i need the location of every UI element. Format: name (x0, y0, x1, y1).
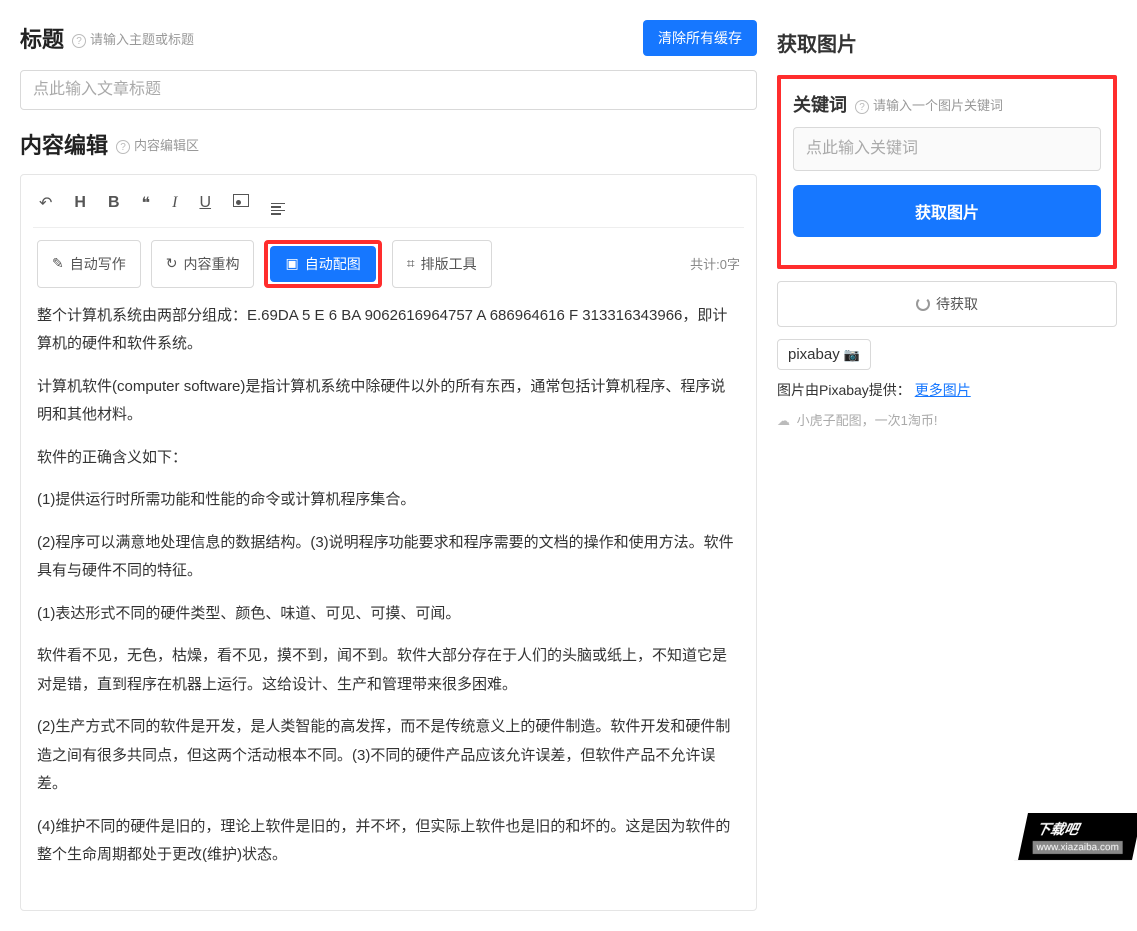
keyword-label: 关键词 (793, 91, 847, 117)
image-icon[interactable] (233, 194, 249, 212)
editor-content[interactable]: 整个计算机系统由两部分组成：E.69DA 5 E 6 BA 9062616964… (33, 288, 744, 898)
footer-hint: ☁ 小虎子配图，一次1淘币! (777, 410, 1117, 429)
paragraph: (1)提供运行时所需功能和性能的命令或计算机程序集合。 (37, 486, 740, 515)
editor-label: 内容编辑 (20, 128, 108, 160)
paragraph: 整个计算机系统由两部分组成：E.69DA 5 E 6 BA 9062616964… (37, 302, 740, 359)
auto-image-highlight: ▣自动配图 (264, 240, 381, 288)
editor-label-wrap: 内容编辑 ?内容编辑区 (20, 128, 199, 160)
title-label-wrap: 标题 ?请输入主题或标题 (20, 22, 194, 54)
fetch-image-button[interactable]: 获取图片 (793, 185, 1101, 237)
keyword-header: 关键词 ?请输入一个图片关键词 (793, 91, 1101, 117)
pending-status: 待获取 (777, 281, 1117, 327)
action-toolbar: ✎自动写作 ↻内容重构 ▣自动配图 ⌗排版工具 共计:0字 (33, 228, 744, 288)
help-icon: ? (855, 100, 869, 114)
title-header: 标题 ?请输入主题或标题 清除所有缓存 (20, 20, 757, 56)
pixabay-badge[interactable]: pixabay 📷 (777, 339, 871, 370)
editor-hint: ?内容编辑区 (116, 135, 199, 154)
paragraph: 计算机软件(computer software)是指计算机系统中除硬件以外的所有… (37, 373, 740, 430)
auto-image-button[interactable]: ▣自动配图 (270, 246, 375, 282)
content-rebuild-button[interactable]: ↻内容重构 (151, 240, 255, 288)
align-icon[interactable] (271, 191, 285, 215)
paragraph: (2)程序可以满意地处理信息的数据结构。(3)说明程序功能要求和程序需要的文档的… (37, 529, 740, 586)
heading-icon[interactable]: H (74, 194, 86, 212)
undo-icon[interactable]: ↶ (39, 193, 52, 213)
editor-box: ↶ H B ❝ I U ✎自动写作 ↻内容重构 ▣自动配图 ⌗排版工具 共 (20, 174, 757, 911)
camera-icon: 📷 (844, 347, 860, 363)
paragraph: (1)表达形式不同的硬件类型、颜色、味道、可见、可摸、可闻。 (37, 600, 740, 629)
paragraph: (4)维护不同的硬件是旧的，理论上软件是旧的，并不坏，但实际上软件也是旧的和坏的… (37, 813, 740, 870)
italic-icon[interactable]: I (172, 194, 177, 212)
more-images-link[interactable]: 更多图片 (915, 382, 971, 398)
title-hint: ?请输入主题或标题 (72, 29, 194, 48)
article-title-input[interactable] (20, 70, 757, 110)
format-toolbar: ↶ H B ❝ I U (33, 187, 744, 228)
paragraph: (2)生产方式不同的软件是开发，是人类智能的高发挥，而不是传统意义上的硬件制造。… (37, 713, 740, 799)
spinner-icon (916, 297, 930, 311)
bold-icon[interactable]: B (108, 194, 120, 212)
watermark: 下载吧 www.xiazaiba.com (1014, 813, 1137, 860)
quote-icon[interactable]: ❝ (142, 193, 151, 213)
paragraph: 软件看不见，无色，枯燥，看不见，摸不到，闻不到。软件大部分存在于人们的头脑或纸上… (37, 642, 740, 699)
title-label: 标题 (20, 22, 64, 54)
word-count: 共计:0字 (690, 254, 740, 273)
left-column: 标题 ?请输入主题或标题 清除所有缓存 内容编辑 ?内容编辑区 ↶ H B ❝ … (20, 20, 757, 911)
help-icon: ? (72, 34, 86, 48)
help-icon: ? (116, 140, 130, 154)
clear-cache-button[interactable]: 清除所有缓存 (643, 20, 757, 56)
image-icon: ▣ (285, 255, 298, 272)
pixabay-label: pixabay (788, 346, 840, 363)
keyword-hint: ?请输入一个图片关键词 (855, 95, 1003, 114)
right-column: 获取图片 关键词 ?请输入一个图片关键词 获取图片 待获取 pixabay 📷 … (777, 20, 1117, 911)
layout-tool-button[interactable]: ⌗排版工具 (392, 240, 492, 288)
refresh-icon: ↻ (166, 255, 178, 272)
underline-icon[interactable]: U (199, 194, 211, 212)
keyword-highlight-box: 关键词 ?请输入一个图片关键词 获取图片 (777, 75, 1117, 269)
keyword-input[interactable] (793, 127, 1101, 171)
editor-header: 内容编辑 ?内容编辑区 (20, 128, 757, 160)
layout-icon: ⌗ (407, 255, 415, 272)
pencil-icon: ✎ (52, 255, 64, 272)
auto-write-button[interactable]: ✎自动写作 (37, 240, 141, 288)
image-panel-title: 获取图片 (777, 28, 1117, 57)
paragraph: 软件的正确含义如下： (37, 444, 740, 473)
image-credit: 图片由Pixabay提供： 更多图片 (777, 380, 1117, 400)
cloud-icon: ☁ (777, 413, 793, 429)
